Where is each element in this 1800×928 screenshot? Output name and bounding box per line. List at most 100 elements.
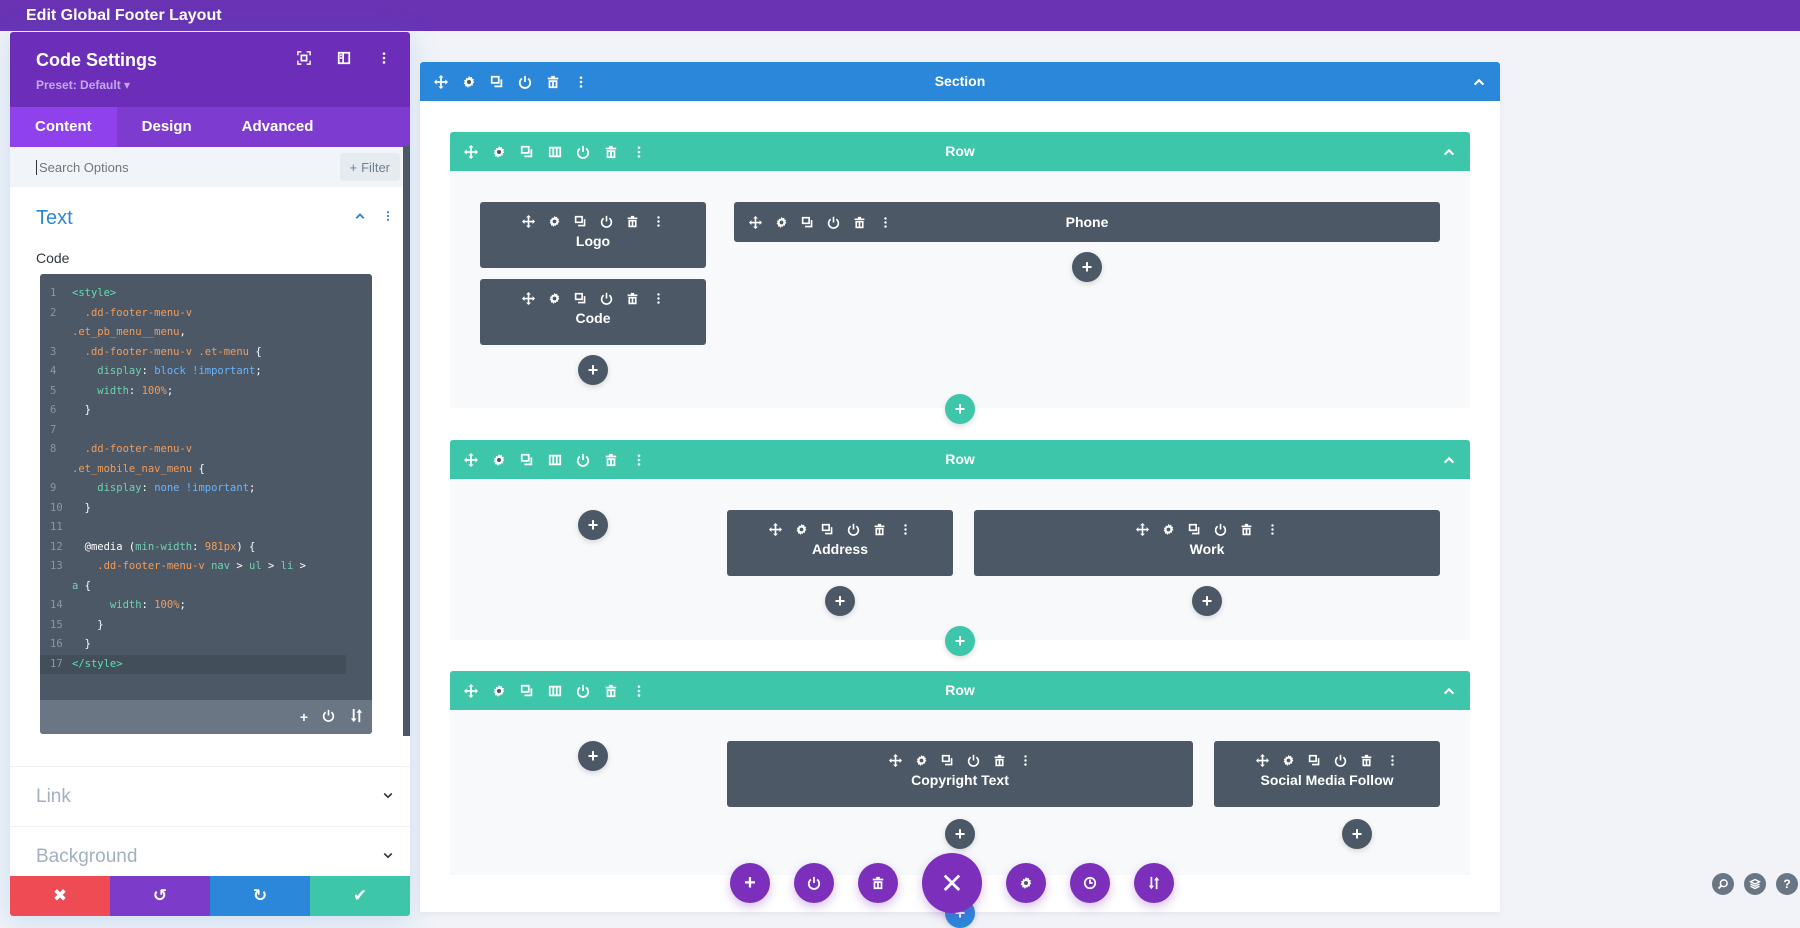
move-icon[interactable] <box>432 73 450 91</box>
code-line[interactable]: .et_pb_menu__menu, <box>40 323 372 343</box>
power-icon[interactable] <box>824 213 842 231</box>
gear-icon[interactable] <box>545 289 563 307</box>
code-line[interactable]: 3 .dd-footer-menu-v .et-menu { <box>40 343 372 363</box>
add-button[interactable]: + <box>730 863 770 903</box>
panel-scrollbar[interactable] <box>403 146 410 736</box>
move-icon[interactable] <box>746 213 764 231</box>
cancel-button[interactable]: ✖ <box>10 876 110 916</box>
module-social-media-follow[interactable]: Social Media Follow <box>1214 741 1440 807</box>
tab-content[interactable]: Content <box>10 107 117 147</box>
trash-icon[interactable] <box>544 73 562 91</box>
code-line[interactable]: .et_mobile_nav_menu { <box>40 460 372 480</box>
more-vertical-icon[interactable] <box>382 209 394 225</box>
trash-icon[interactable] <box>602 143 620 161</box>
section-toolbar[interactable]: Section <box>420 62 1500 101</box>
more-vertical-icon[interactable] <box>630 451 648 469</box>
trash-icon[interactable] <box>623 212 641 230</box>
more-vertical-icon[interactable] <box>649 212 667 230</box>
power-icon[interactable] <box>574 143 592 161</box>
module-code[interactable]: Code <box>480 279 706 345</box>
code-line[interactable]: 17 </style> <box>40 654 346 674</box>
move-icon[interactable] <box>519 212 537 230</box>
search-options-input[interactable] <box>36 159 286 175</box>
gear-icon[interactable] <box>792 520 810 538</box>
more-vertical-icon[interactable] <box>630 143 648 161</box>
code-lines[interactable]: 1 <style> 2 .dd-footer-menu-v .et_pb_menu__… <box>40 274 372 674</box>
duplicate-icon[interactable] <box>518 143 536 161</box>
move-icon[interactable] <box>462 143 480 161</box>
move-icon[interactable] <box>519 289 537 307</box>
power-icon[interactable] <box>597 212 615 230</box>
more-vertical-icon[interactable] <box>876 213 894 231</box>
gear-icon[interactable] <box>912 751 930 769</box>
add-row-button[interactable]: + <box>945 394 975 424</box>
more-vertical-icon[interactable] <box>896 520 914 538</box>
code-line[interactable]: 12 @media (min-width: 981px) { <box>40 538 372 558</box>
duplicate-icon[interactable] <box>1305 751 1323 769</box>
power-icon[interactable] <box>574 451 592 469</box>
duplicate-icon[interactable] <box>571 289 589 307</box>
add-module-button[interactable]: + <box>1192 586 1222 616</box>
duplicate-icon[interactable] <box>571 212 589 230</box>
code-line[interactable]: 1 <style> <box>40 284 372 304</box>
code-line[interactable]: 16 } <box>40 635 372 655</box>
module-copyright-text[interactable]: Copyright Text <box>727 741 1193 807</box>
gear-icon[interactable] <box>490 143 508 161</box>
move-icon[interactable] <box>1133 520 1151 538</box>
duplicate-icon[interactable] <box>518 682 536 700</box>
chevron-down-icon[interactable] <box>382 789 394 804</box>
code-line[interactable]: 14 width: 100%; <box>40 596 372 616</box>
more-vertical-icon[interactable] <box>630 682 648 700</box>
more-vertical-icon[interactable] <box>1263 520 1281 538</box>
trash-icon[interactable] <box>870 520 888 538</box>
power-icon[interactable] <box>574 682 592 700</box>
code-line[interactable]: 8 .dd-footer-menu-v <box>40 440 372 460</box>
duplicate-icon[interactable] <box>798 213 816 231</box>
add-module-button[interactable]: + <box>578 510 608 540</box>
gear-icon[interactable] <box>1159 520 1177 538</box>
trash-icon[interactable] <box>990 751 1008 769</box>
power-icon[interactable] <box>844 520 862 538</box>
focus-icon[interactable] <box>296 50 312 66</box>
gear-icon[interactable] <box>1279 751 1297 769</box>
undo-button[interactable]: ↺ <box>110 876 210 916</box>
close-builder-button[interactable]: ✕ <box>922 853 982 913</box>
move-icon[interactable] <box>766 520 784 538</box>
gear-icon[interactable] <box>490 451 508 469</box>
trash-icon[interactable] <box>1357 751 1375 769</box>
code-line[interactable]: 15 } <box>40 616 372 636</box>
duplicate-icon[interactable] <box>518 451 536 469</box>
filter-button[interactable]: + Filter <box>339 153 400 181</box>
code-editor[interactable]: 1 <style> 2 .dd-footer-menu-v .et_pb_menu__… <box>40 274 372 734</box>
chevron-up-icon[interactable] <box>1440 143 1458 161</box>
gear-icon[interactable] <box>490 682 508 700</box>
chevron-up-icon[interactable] <box>1440 682 1458 700</box>
move-icon[interactable] <box>886 751 904 769</box>
gear-icon[interactable] <box>545 212 563 230</box>
add-module-button[interactable]: + <box>1072 252 1102 282</box>
code-line[interactable]: 11 <box>40 518 372 538</box>
code-line[interactable]: 9 display: none !important; <box>40 479 372 499</box>
sidebar-layout-icon[interactable] <box>336 50 352 66</box>
module-work[interactable]: Work <box>974 510 1440 576</box>
text-group-header[interactable]: Text <box>10 187 410 230</box>
link-group[interactable]: Link <box>10 766 410 826</box>
more-vertical-icon[interactable] <box>376 50 392 66</box>
power-icon[interactable] <box>322 709 335 725</box>
trash-icon[interactable] <box>850 213 868 231</box>
columns-icon[interactable] <box>546 682 564 700</box>
row-toolbar[interactable]: Row <box>450 132 1470 171</box>
trash-icon[interactable] <box>602 451 620 469</box>
power-icon[interactable] <box>1331 751 1349 769</box>
move-icon[interactable] <box>462 451 480 469</box>
row-toolbar[interactable]: Row <box>450 671 1470 710</box>
more-vertical-icon[interactable] <box>649 289 667 307</box>
layers-button[interactable] <box>1744 873 1766 895</box>
module-phone[interactable]: Phone <box>734 202 1440 242</box>
history-button[interactable] <box>1070 863 1110 903</box>
tab-advanced[interactable]: Advanced <box>217 107 339 147</box>
preset-dropdown[interactable]: Preset: Default ▾ <box>36 78 410 92</box>
add-module-button[interactable]: + <box>1342 819 1372 849</box>
power-icon[interactable] <box>1211 520 1229 538</box>
chevron-down-icon[interactable] <box>382 849 394 864</box>
